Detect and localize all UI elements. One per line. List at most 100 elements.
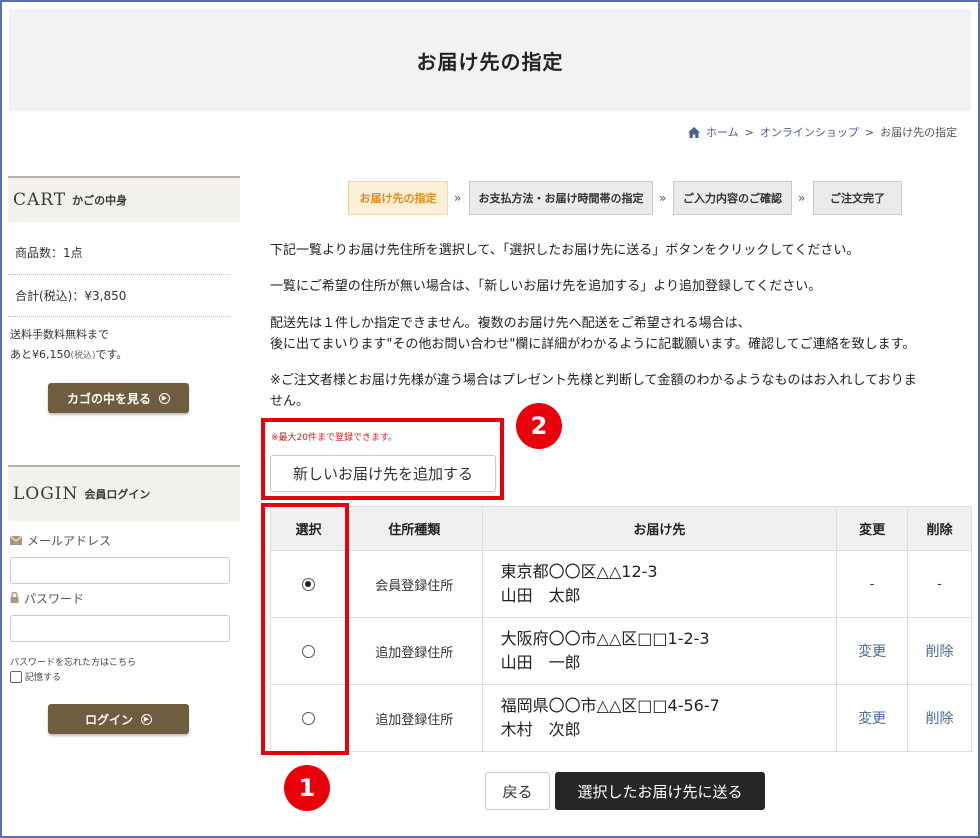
divider [8,274,230,275]
header-edit: 変更 [836,506,909,551]
annotation-badge-1: 1 [284,765,330,811]
table-row: 追加登録住所 福岡県〇〇市△△区□□4-56-7 木村 次郎 変更 削除 [270,684,972,752]
address-radio[interactable] [301,644,315,658]
forgot-password-link[interactable]: パスワードを忘れた方はこちら [10,655,136,668]
step-label: ご注文完了 [830,192,885,205]
remember-checkbox[interactable] [10,670,22,683]
instruction-single-destination: 配送先は１件しか指定できません。複数のお届け先へ配送をご希望される場合は、 後に… [270,313,915,355]
instruction-select: 下記一覧よりお届け先住所を選択して、「選択したお届け先に送る」ボタンをクリックし… [270,243,860,258]
email-input[interactable] [10,557,230,584]
delete-link[interactable]: 削除 [907,617,972,685]
password-label-text: パスワード [24,592,85,606]
destination-cell: 福岡県〇〇市△△区□□4-56-7 木村 次郎 [481,684,838,752]
shipping-suffix: です。 [95,348,128,361]
page-title: お届け先の指定 [416,49,564,74]
tax-note: (税込) [70,351,96,361]
breadcrumb-current: お届け先の指定 [880,126,958,139]
instruction-line: せん。 [270,394,310,409]
cart-section-header: CART かごの中身 [8,176,240,222]
select-cell [270,550,347,618]
divider [8,316,230,317]
breadcrumb: ホーム > オンラインショップ > お届け先の指定 [688,124,978,140]
destination-cell: 東京都〇〇区△△12-3 山田 太郎 [481,550,838,618]
login-button[interactable]: ログイン ▶ [48,704,189,734]
cart-item-count: 商品数：1点 [15,246,83,260]
header-type: 住所種類 [345,506,483,551]
instruction-line: ※ご注文者様とお届け先様が違う場合はプレゼント先様と判断して金額のわかるようなも… [270,373,917,388]
remember-label: 記憶する [25,673,62,683]
instruction-add: 一覧にご希望の住所が無い場合は、「新しいお届け先を追加する」より追加登録してくだ… [270,279,822,294]
add-new-address-button[interactable]: 新しいお届け先を追加する [270,455,496,492]
breadcrumb-shop-link[interactable]: オンラインショップ [760,124,859,140]
table-header-row: 選択 住所種類 お届け先 変更 削除 [270,506,972,551]
address-type: 追加登録住所 [345,617,483,685]
destination-cell: 大阪府〇〇市△△区□□1-2-3 山田 一郎 [481,617,838,685]
edit-link[interactable]: 変更 [836,617,909,685]
annotation-badge-2: 2 [516,403,562,449]
destination-address: 東京都〇〇区△△12-3 [500,562,658,581]
header-destination: お届け先 [481,506,838,551]
table-row: 会員登録住所 東京都〇〇区△△12-3 山田 太郎 - - [270,550,972,618]
login-section-header: LOGIN 会員ログイン [8,465,240,521]
arrow-right-circle-icon: ▶ [159,392,170,404]
select-cell [270,684,347,752]
shipping-note: 送料手数料無料まで あと¥6,150(税込)です。 [10,325,127,366]
envelope-icon [9,534,23,548]
breadcrumb-separator: > [864,125,875,139]
arrow-right-circle-icon: ▶ [141,713,152,725]
step-label: お届け先の指定 [359,192,437,205]
instruction-gift-note: ※ご注文者様とお届け先様が違う場合はプレゼント先様と判断して金額のわかるようなも… [270,370,972,412]
page-header: お届け先の指定 [9,9,971,111]
address-table: 選択 住所種類 お届け先 変更 削除 会員登録住所 東京都〇〇区△△12-3 山… [270,506,972,752]
instruction-line: 配送先は１件しか指定できません。複数のお届け先へ配送をご希望される場合は、 [270,316,751,331]
step-separator: » [454,191,462,205]
step-payment-method: お支払方法・お届け時間帯の指定 [469,181,653,215]
lock-icon [10,591,19,606]
address-radio[interactable] [301,577,315,591]
header-select: 選択 [270,506,347,551]
back-button[interactable]: 戻る [485,772,550,810]
shipping-note-line2: あと¥6,150(税込)です。 [10,345,127,366]
cart-subtitle: かごの中身 [72,194,128,207]
breadcrumb-separator: > [744,125,754,139]
step-complete: ご注文完了 [813,181,902,215]
remember-me[interactable]: 記憶する [10,670,61,683]
max-addresses-note: ※最大20件まで登録できます。 [271,433,398,443]
step-label: お支払方法・お届け時間帯の指定 [478,192,644,205]
destination-address: 大阪府〇〇市△△区□□1-2-3 [500,629,710,648]
cart-title: CART [13,190,67,210]
password-label: パスワード [10,590,84,607]
edit-cell: - [836,550,909,618]
step-confirm: ご入力内容のご確認 [673,181,792,215]
login-subtitle: 会員ログイン [84,488,151,501]
shipping-remaining: あと¥6,150 [10,348,71,361]
address-radio[interactable] [301,711,315,725]
step-separator: » [659,191,667,205]
home-icon [688,126,700,138]
password-input[interactable] [10,615,230,642]
table-row: 追加登録住所 大阪府〇〇市△△区□□1-2-3 山田 一郎 変更 削除 [270,617,972,685]
select-cell [270,617,347,685]
destination-name: 山田 一郎 [500,653,581,672]
delete-link[interactable]: 削除 [907,684,972,752]
address-type: 追加登録住所 [345,684,483,752]
step-label: ご入力内容のご確認 [683,192,782,205]
email-label: メールアドレス [9,532,112,549]
header-delete: 削除 [907,506,972,551]
login-title: LOGIN [13,484,79,504]
step-separator: » [798,191,806,205]
cart-total: 合計(税込)：¥3,850 [15,289,127,303]
instruction-line: 後に出てまいります"その他お問い合わせ"欄に詳細がわかるように記載願います。確認… [270,337,916,352]
shipping-note-line1: 送料手数料無料まで [10,328,109,341]
view-cart-button[interactable]: カゴの中を見る ▶ [48,383,189,413]
destination-name: 木村 次郎 [500,720,581,739]
step-shipping-address: お届け先の指定 [348,181,448,215]
destination-name: 山田 太郎 [500,586,581,605]
send-to-selected-address-button[interactable]: 選択したお届け先に送る [555,772,765,810]
view-cart-label: カゴの中を見る [66,391,151,406]
edit-link[interactable]: 変更 [836,684,909,752]
email-label-text: メールアドレス [27,534,112,548]
login-button-label: ログイン [84,712,133,727]
breadcrumb-home-link[interactable]: ホーム [706,124,739,140]
destination-address: 福岡県〇〇市△△区□□4-56-7 [500,696,720,715]
